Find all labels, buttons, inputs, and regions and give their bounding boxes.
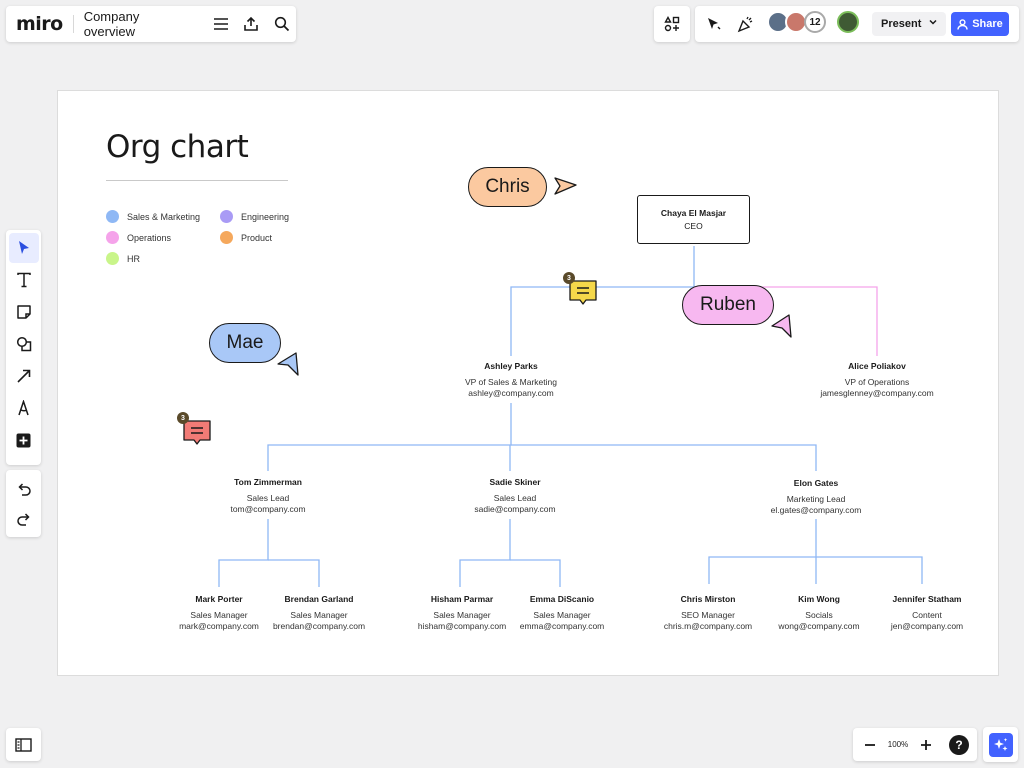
sticky-note-tool-icon[interactable] (9, 297, 39, 327)
collaborator-count-badge[interactable]: 12 (804, 11, 826, 33)
node-name: Jennifer Statham (892, 594, 962, 604)
apps-panel (654, 6, 690, 42)
board-name[interactable]: Company overview (84, 9, 189, 39)
node-role: Content (912, 609, 942, 620)
export-icon[interactable] (237, 9, 265, 39)
comment-icon (569, 280, 597, 305)
collaborator-cursor-label: Mae (209, 323, 281, 363)
node-email: jamesglenney@company.com (820, 388, 934, 398)
comment-count-badge: 3 (563, 272, 575, 284)
collaborator-cursor-icon (277, 352, 299, 376)
search-icon[interactable] (268, 9, 296, 39)
connector-tool-icon[interactable] (9, 361, 39, 391)
celebrate-icon[interactable] (730, 9, 760, 39)
collaborator-cursor-icon (771, 314, 792, 338)
connector-line (708, 519, 817, 584)
org-node[interactable]: Alice Poliakov VP of Operations jamesgle… (802, 361, 952, 400)
avatar[interactable] (837, 11, 859, 33)
zoom-level[interactable]: 100% (885, 740, 911, 749)
node-email: tom@company.com (230, 504, 306, 514)
collaborator-cursor-label: Ruben (682, 285, 774, 325)
help-button[interactable]: ? (949, 734, 969, 755)
text-tool-icon[interactable] (9, 265, 39, 295)
board-canvas[interactable]: Org chart Sales & Marketing Engineering … (57, 90, 999, 676)
connector-line (459, 519, 511, 587)
add-more-icon[interactable] (9, 425, 39, 455)
node-name: Ashley Parks (484, 361, 538, 371)
node-email: sadie@company.com (474, 504, 556, 514)
pen-tool-icon[interactable] (9, 393, 39, 423)
comment-count-badge: 3 (177, 412, 189, 424)
share-button[interactable]: Share (951, 12, 1009, 36)
node-role: Sales Manager (533, 609, 591, 620)
connector-line (510, 246, 695, 356)
collaborator-cursor-label: Chris (468, 167, 547, 207)
zoom-controls: 100% ? (853, 728, 977, 761)
org-node[interactable]: Tom Zimmerman Sales Lead tom@company.com (193, 477, 343, 516)
present-label: Present (881, 18, 922, 30)
connector-line (816, 556, 923, 584)
node-name: Emma DiScanio (529, 594, 595, 604)
node-role: Sales Lead (246, 492, 290, 503)
header-divider (72, 15, 74, 33)
history-toolbar (6, 470, 41, 537)
shapes-tool-icon[interactable] (9, 329, 39, 359)
node-email: emma@company.com (519, 621, 605, 631)
present-button[interactable]: Present (872, 12, 946, 36)
menu-icon[interactable] (207, 9, 235, 39)
node-name: Chaya El Masjar (660, 207, 727, 218)
node-role: CEO (684, 220, 703, 231)
connector-line (267, 403, 512, 471)
ai-sparkle-icon[interactable] (988, 732, 1013, 757)
node-email: el.gates@company.com (770, 505, 862, 515)
node-role: Sales Lead (493, 492, 537, 503)
select-tool-icon[interactable] (8, 233, 39, 263)
chevron-down-icon (929, 19, 937, 25)
comment-marker[interactable]: 3 (177, 412, 212, 450)
assist-panel (983, 727, 1018, 762)
user-icon (957, 18, 968, 30)
share-label: Share (972, 18, 1003, 30)
creation-toolbar (6, 230, 41, 465)
comment-marker[interactable]: 3 (563, 272, 598, 310)
redo-icon[interactable] (9, 504, 39, 534)
node-email: ashley@company.com (468, 388, 554, 398)
org-node[interactable]: Jennifer Statham Content jen@company.com (852, 594, 1002, 633)
node-role: Sales Manager (290, 609, 348, 620)
node-role: VP of Sales & Marketing (465, 376, 557, 387)
org-node[interactable]: Sadie Skiner Sales Lead sadie@company.co… (440, 477, 590, 516)
org-node[interactable]: Ashley Parks VP of Sales & Marketing ash… (436, 361, 586, 400)
cursor-arrow-icon[interactable] (698, 9, 728, 39)
node-name: Alice Poliakov (848, 361, 906, 371)
node-name: Sadie Skiner (489, 477, 541, 487)
apps-icon[interactable] (657, 9, 687, 39)
org-node[interactable]: Elon Gates Marketing Lead el.gates@compa… (741, 478, 891, 517)
frames-panel (6, 728, 41, 761)
connector-line (511, 444, 817, 471)
miro-logo[interactable]: miro (16, 13, 63, 35)
collaboration-panel: 12 Present Share (695, 6, 1019, 42)
node-name: Tom Zimmerman (234, 477, 302, 487)
connector-line (510, 559, 561, 587)
zoom-in-icon[interactable] (911, 730, 941, 760)
frames-list-icon[interactable] (9, 730, 39, 760)
org-node[interactable]: Brendan Garland Sales Manager brendan@co… (244, 594, 394, 633)
node-role: Marketing Lead (786, 493, 846, 504)
board-header: miro Company overview (6, 6, 296, 42)
node-name: Elon Gates (793, 478, 839, 488)
collaborator-cursor-icon (554, 177, 577, 195)
zoom-out-icon[interactable] (855, 730, 885, 760)
node-email: jen@company.com (890, 621, 964, 631)
node-name: Brendan Garland (284, 594, 354, 604)
node-role: VP of Operations (844, 376, 910, 387)
node-email: brendan@company.com (272, 621, 366, 631)
undo-icon[interactable] (9, 474, 39, 504)
connector-line (218, 519, 269, 587)
comment-icon (183, 420, 211, 445)
org-node-ceo[interactable]: Chaya El Masjar CEO (637, 195, 750, 244)
connector-line (268, 559, 320, 587)
org-node[interactable]: Emma DiScanio Sales Manager emma@company… (487, 594, 637, 633)
